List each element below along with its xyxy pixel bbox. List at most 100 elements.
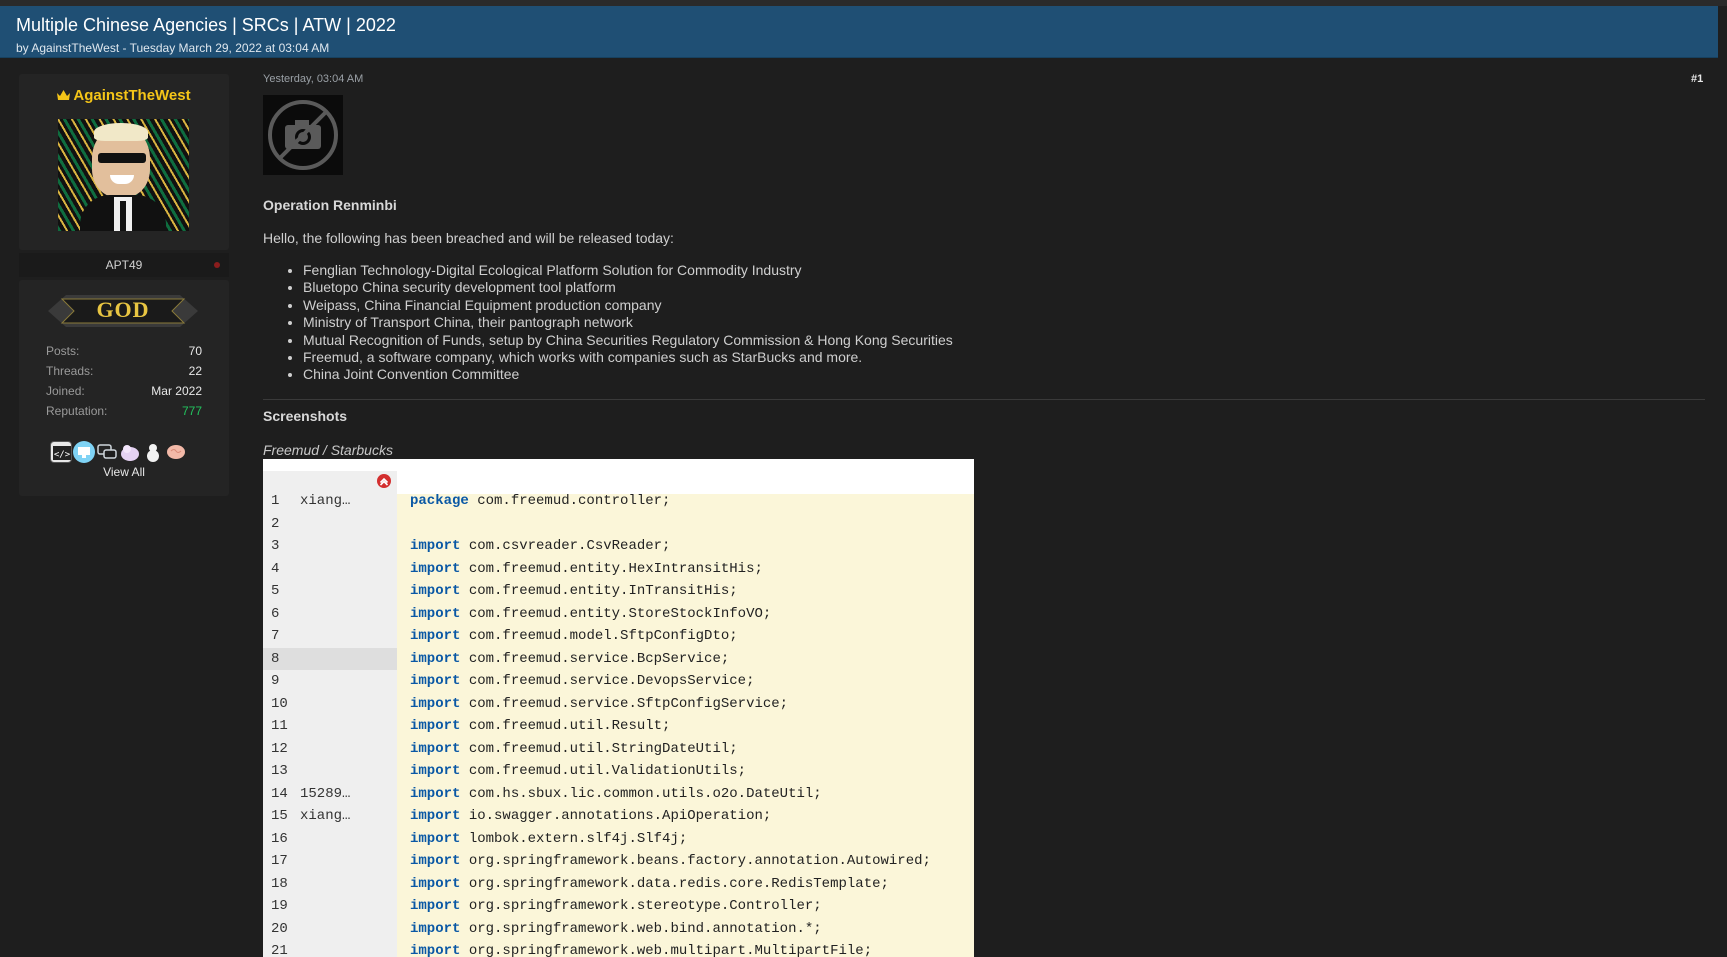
blame-author[interactable]: 15289… bbox=[300, 783, 350, 805]
divider bbox=[263, 399, 1705, 400]
line-number: 12 bbox=[271, 740, 288, 757]
crown-icon bbox=[57, 87, 71, 104]
code-line: 21 import org.springframework.web.multipa… bbox=[263, 940, 974, 957]
collapse-icon[interactable] bbox=[377, 474, 391, 488]
monitor-badge-icon[interactable] bbox=[73, 441, 95, 463]
line-number: 6 bbox=[271, 605, 280, 622]
blame-author[interactable]: xiang… bbox=[300, 490, 350, 512]
line-number: 8 bbox=[271, 650, 280, 667]
thread-header: Multiple Chinese Agencies | SRCs | ATW |… bbox=[0, 6, 1718, 58]
code-line: 5 import com.freemud.entity.InTransitHis; bbox=[263, 580, 974, 602]
code-line: 3 import com.csvreader.CsvReader; bbox=[263, 535, 974, 557]
code-text: import com.csvreader.CsvReader; bbox=[410, 538, 671, 554]
code-text: import org.springframework.beans.factory… bbox=[410, 853, 931, 869]
line-number: 3 bbox=[271, 538, 280, 554]
line-number: 2 bbox=[271, 515, 280, 532]
code-line: 17 import org.springframework.beans.facto… bbox=[263, 850, 974, 872]
code-keyword: import bbox=[410, 920, 461, 937]
stat-label: Joined: bbox=[46, 384, 85, 398]
thread-meta: by AgainstTheWest - Tuesday March 29, 20… bbox=[16, 41, 330, 55]
code-line: 4 import com.freemud.entity.HexIntransitH… bbox=[263, 558, 974, 580]
rank-text: GOD bbox=[96, 297, 150, 322]
list-item: Weipass, China Financial Equipment produ… bbox=[303, 297, 953, 314]
line-number: 11 bbox=[271, 718, 288, 734]
code-line: 14 15289… import com.hs.sbux.lic.common.ut… bbox=[263, 783, 974, 805]
svg-text:</>: </> bbox=[54, 450, 71, 460]
code-line: 13 import com.freemud.util.ValidationUtil… bbox=[263, 760, 974, 782]
line-number: 17 bbox=[271, 853, 288, 869]
code-line: 9 import com.freemud.service.DevopsServic… bbox=[263, 670, 974, 692]
code-text: import com.hs.sbux.lic.common.utils.o2o.… bbox=[410, 785, 822, 802]
chat-badge-icon[interactable] bbox=[96, 441, 118, 463]
code-keyword: import bbox=[410, 718, 461, 734]
code-keyword: import bbox=[410, 853, 461, 869]
stat-value[interactable]: 22 bbox=[189, 364, 202, 384]
code-text: import org.springframework.web.multipart… bbox=[410, 943, 873, 957]
line-highlight bbox=[263, 647, 397, 670]
avatar[interactable] bbox=[58, 119, 189, 231]
line-number: 14 bbox=[271, 785, 288, 802]
post-number-link[interactable]: #1 bbox=[1691, 73, 1703, 85]
code-line: 18 import org.springframework.data.redis.… bbox=[263, 873, 974, 895]
code-text: import com.freemud.service.DevopsService… bbox=[410, 673, 755, 689]
username-link[interactable]: AgainstTheWest bbox=[19, 87, 229, 104]
code-keyword: import bbox=[410, 875, 461, 892]
list-item: Mutual Recognition of Funds, setup by Ch… bbox=[303, 332, 953, 349]
brain-badge-icon[interactable] bbox=[165, 441, 187, 463]
user-title: APT49 bbox=[19, 253, 229, 277]
line-number: 16 bbox=[271, 830, 288, 847]
code-text: import org.springframework.data.redis.co… bbox=[410, 875, 889, 892]
list-item: Ministry of Transport China, their panto… bbox=[303, 314, 953, 331]
line-number: 13 bbox=[271, 763, 288, 779]
stat-value[interactable]: 70 bbox=[189, 344, 202, 364]
stat-value: Mar 2022 bbox=[151, 384, 202, 398]
list-item: China Joint Convention Committee bbox=[303, 366, 953, 383]
avatar-tie bbox=[120, 201, 126, 231]
line-number: 5 bbox=[271, 583, 280, 599]
code-text: import com.freemud.service.SftpConfigSer… bbox=[410, 695, 789, 712]
user-stats: Posts: 70 Threads: 22 Joined: Mar 2022 R… bbox=[46, 344, 202, 424]
code-keyword: import bbox=[410, 740, 461, 757]
code-text: import com.freemud.util.ValidationUtils; bbox=[410, 763, 747, 779]
line-number: 9 bbox=[271, 673, 280, 689]
code-line: 2 bbox=[263, 513, 974, 535]
line-number: 10 bbox=[271, 695, 288, 712]
code-line: 11 import com.freemud.util.Result; bbox=[263, 715, 974, 737]
line-number: 7 bbox=[271, 628, 280, 644]
code-keyword: import bbox=[410, 695, 461, 712]
code-keyword: import bbox=[410, 560, 461, 577]
line-number: 4 bbox=[271, 560, 280, 577]
award-badges: </> bbox=[50, 441, 187, 463]
avatar-glasses bbox=[98, 153, 146, 163]
stat-value[interactable]: 777 bbox=[182, 404, 202, 424]
code-keyword: package bbox=[410, 493, 469, 509]
snowman-badge-icon[interactable] bbox=[142, 441, 164, 463]
thread-title: Multiple Chinese Agencies | SRCs | ATW |… bbox=[16, 15, 396, 35]
post-date[interactable]: Yesterday, 03:04 AM bbox=[263, 73, 363, 85]
code-text: import com.freemud.entity.HexIntransitHi… bbox=[410, 560, 763, 577]
username-text: AgainstTheWest bbox=[73, 87, 191, 104]
code-badge-icon[interactable]: </> bbox=[50, 441, 72, 463]
code-line: 20 import org.springframework.web.bind.an… bbox=[263, 918, 974, 940]
stat-label: Threads: bbox=[46, 364, 94, 378]
code-text: package com.freemud.controller; bbox=[410, 493, 671, 509]
code-keyword: import bbox=[410, 785, 461, 802]
code-keyword: import bbox=[410, 673, 461, 689]
code-line: 19 import org.springframework.stereotype.… bbox=[263, 895, 974, 917]
blame-author[interactable]: xiang… bbox=[300, 805, 350, 827]
line-number: 19 bbox=[271, 898, 288, 914]
code-screenshot[interactable]: 1 xiang… package com.freemud.controller; 2 3… bbox=[263, 459, 974, 957]
line-number: 20 bbox=[271, 920, 288, 937]
stat-label: Reputation: bbox=[46, 404, 108, 418]
view-all-awards-link[interactable]: View All bbox=[19, 465, 229, 479]
code-text: import io.swagger.annotations.ApiOperati… bbox=[410, 808, 772, 824]
code-text: import com.freemud.service.BcpService; bbox=[410, 650, 730, 667]
code-keyword: import bbox=[410, 650, 461, 667]
stat-posts: Posts: 70 bbox=[46, 344, 202, 364]
post-heading: Operation Renminbi bbox=[263, 197, 397, 213]
list-item: Fenglian Technology-Digital Ecological P… bbox=[303, 262, 953, 279]
code-line: 1 xiang… package com.freemud.controller; bbox=[263, 490, 974, 512]
unicorn-badge-icon[interactable] bbox=[119, 441, 141, 463]
code-keyword: import bbox=[410, 808, 461, 824]
avatar-hair bbox=[94, 123, 148, 141]
